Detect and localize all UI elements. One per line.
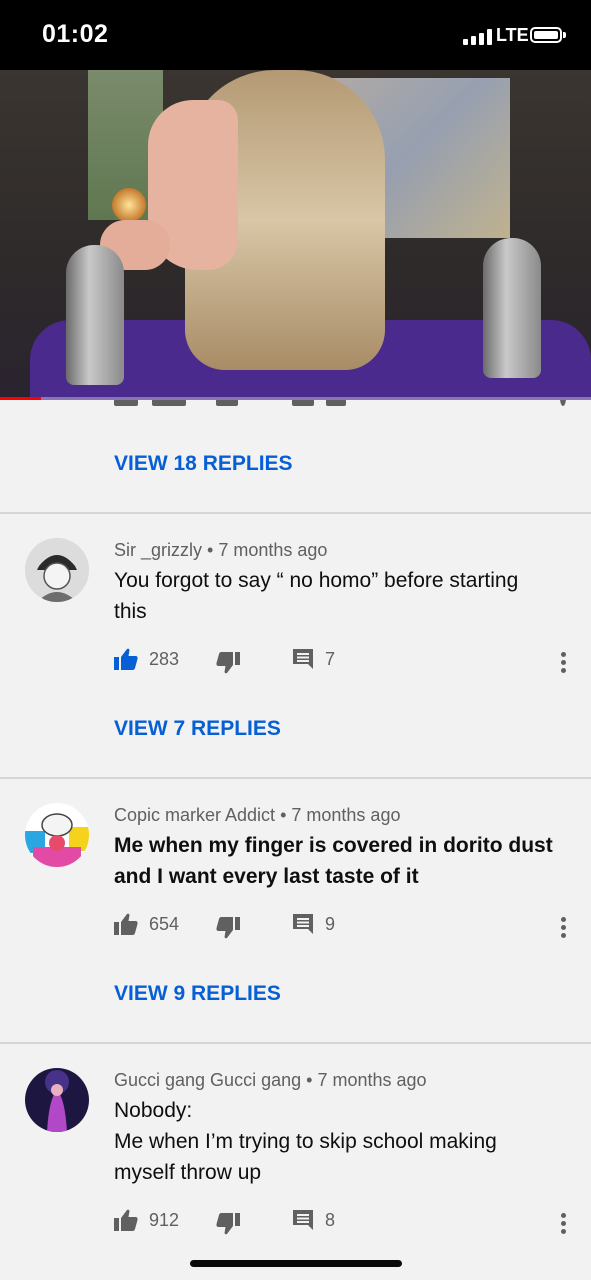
avatar[interactable] [25, 803, 89, 867]
like-button[interactable]: 283 [114, 648, 179, 670]
more-vert-icon[interactable] [561, 652, 567, 674]
thumb-down-icon [216, 652, 240, 674]
view-replies-button[interactable]: VIEW 7 REPLIES [114, 717, 281, 741]
dislike-button[interactable] [216, 652, 240, 674]
avatar[interactable] [25, 538, 89, 602]
comment-thread: Sir _grizzly • 7 months ago You forgot t… [0, 512, 591, 777]
avatar-image [25, 538, 89, 602]
comment-line: and I want every last taste of it [114, 865, 419, 888]
comment-actions: 283 7 [114, 648, 574, 678]
dislike-button[interactable] [216, 1213, 240, 1235]
more-vert-icon[interactable] [561, 917, 567, 939]
comment-meta: Sir _grizzly • 7 months ago [114, 540, 327, 561]
signal-icon [463, 29, 493, 45]
video-frame-mic-left [66, 245, 124, 385]
comment-text: Nobody: Me when I’m trying to skip schoo… [114, 1095, 564, 1188]
thumb-up-icon [114, 648, 138, 670]
comment-age: 7 months ago [291, 805, 401, 825]
like-count: 283 [149, 648, 180, 669]
view-replies-button[interactable]: VIEW 18 REPLIES [114, 452, 293, 476]
reply-button[interactable]: 7 [292, 648, 335, 670]
comment-actions: 912 8 [114, 1209, 574, 1239]
video-frame-mic-right [483, 238, 541, 378]
comments-section: VIEW 18 REPLIES Sir _grizzly • 7 months … [0, 400, 591, 1280]
reply-comment-icon [293, 914, 313, 934]
reply-comment-icon [293, 1210, 313, 1230]
like-button[interactable]: 654 [114, 913, 179, 935]
status-time: 01:02 [42, 20, 109, 48]
comment-thread: Copic marker Addict • 7 months ago Me wh… [0, 777, 591, 1042]
like-count: 654 [149, 913, 180, 934]
like-count: 912 [149, 1209, 180, 1230]
avatar-image [25, 1068, 89, 1132]
comment-thread: Gucci gang Gucci gang • 7 months ago Nob… [0, 1042, 591, 1280]
avatar-image [25, 803, 89, 867]
view-replies-button[interactable]: VIEW 9 REPLIES [114, 982, 281, 1006]
comment-line: Me when my finger is covered in dorito d… [114, 834, 553, 857]
video-frame-lamp [112, 188, 146, 222]
reply-count: 9 [325, 913, 336, 934]
meta-separator: • [280, 805, 292, 825]
meta-separator: • [207, 540, 219, 560]
comment-line: Nobody: [114, 1099, 193, 1122]
reply-count: 8 [325, 1209, 336, 1230]
video-player[interactable] [0, 70, 591, 400]
reply-button[interactable]: 8 [292, 1209, 335, 1231]
like-button[interactable]: 912 [114, 1209, 179, 1231]
battery-icon [530, 27, 562, 43]
avatar[interactable] [25, 1068, 89, 1132]
comment-text: Me when my finger is covered in dorito d… [114, 830, 564, 892]
more-vert-icon[interactable] [561, 1213, 567, 1235]
meta-separator: • [306, 1070, 318, 1090]
comment-author[interactable]: Sir _grizzly [114, 540, 202, 560]
comment-line: You forgot to say “ no homo” before star… [114, 569, 519, 592]
comment-age: 7 months ago [317, 1070, 427, 1090]
status-bar: 01:02 LTE [0, 0, 591, 70]
thumb-down-icon [216, 917, 240, 939]
comment-meta: Copic marker Addict • 7 months ago [114, 805, 400, 826]
comment-text: You forgot to say “ no homo” before star… [114, 565, 564, 627]
comment-line: myself throw up [114, 1161, 262, 1184]
battery-cap [563, 32, 566, 38]
home-indicator[interactable] [190, 1260, 402, 1267]
reply-comment-icon [293, 649, 313, 669]
comment-actions: 654 9 [114, 913, 574, 943]
comment-meta: Gucci gang Gucci gang • 7 months ago [114, 1070, 427, 1091]
thumb-down-icon [216, 1213, 240, 1235]
comment-line: this [114, 600, 147, 623]
reply-count: 7 [325, 648, 336, 669]
comment-age: 7 months ago [218, 540, 328, 560]
comment-line: Me when I’m trying to skip school making [114, 1130, 497, 1153]
comment-author[interactable]: Copic marker Addict [114, 805, 275, 825]
thumb-up-icon [114, 1209, 138, 1231]
reply-button[interactable]: 9 [292, 913, 335, 935]
thumb-up-icon [114, 913, 138, 935]
previous-comment-actions-peek [0, 400, 591, 410]
comment-author[interactable]: Gucci gang Gucci gang [114, 1070, 301, 1090]
network-type: LTE [496, 25, 529, 45]
dislike-button[interactable] [216, 917, 240, 939]
